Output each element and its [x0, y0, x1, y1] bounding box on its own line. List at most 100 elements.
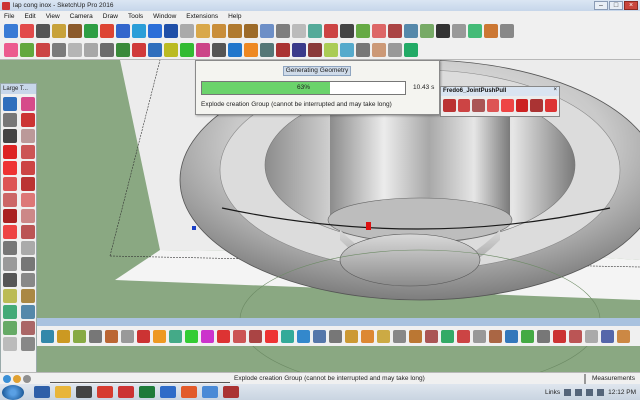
fog-icon[interactable]: [324, 42, 338, 57]
polygon-icon[interactable]: [84, 42, 98, 57]
scale-icon[interactable]: [3, 225, 17, 239]
orbit-icon[interactable]: [3, 289, 17, 303]
circle-icon[interactable]: [68, 42, 82, 57]
solid-union-icon[interactable]: [372, 23, 386, 38]
hidden-line-icon[interactable]: [292, 23, 306, 38]
iso-view-icon[interactable]: [196, 23, 210, 38]
position-camera-icon[interactable]: [21, 337, 35, 351]
links-toolbar[interactable]: Links: [545, 389, 560, 396]
app-task-icon-4[interactable]: [181, 386, 197, 398]
geolocation-icon[interactable]: [356, 42, 370, 57]
line-icon[interactable]: [3, 129, 17, 143]
followme-icon[interactable]: [21, 209, 35, 223]
tool-i-icon[interactable]: [169, 329, 182, 343]
stop-icon[interactable]: [164, 23, 178, 38]
rectangle-icon[interactable]: [3, 145, 17, 159]
app-task-icon-3[interactable]: [160, 386, 176, 398]
thicken-icon[interactable]: [515, 99, 528, 112]
orbit-icon[interactable]: [228, 42, 242, 57]
tool-c-icon[interactable]: [73, 329, 86, 343]
tool-k-icon[interactable]: [201, 329, 214, 343]
follow-pushpull-icon[interactable]: [501, 99, 514, 112]
preferences-icon[interactable]: [388, 42, 402, 57]
front-view-icon[interactable]: [228, 23, 242, 38]
model-info-icon[interactable]: [372, 42, 386, 57]
tool-ah-icon[interactable]: [569, 329, 582, 343]
home-icon[interactable]: [404, 42, 418, 57]
arc-icon[interactable]: [3, 177, 17, 191]
rotated-rectangle-icon[interactable]: [21, 145, 35, 159]
tool-d-icon[interactable]: [89, 329, 102, 343]
dimension-icon[interactable]: [180, 42, 194, 57]
select-tool-icon[interactable]: [4, 23, 18, 38]
warehouse-icon[interactable]: [436, 23, 450, 38]
eraser-icon[interactable]: [21, 97, 35, 111]
offset-icon[interactable]: [21, 225, 35, 239]
pie-icon[interactable]: [21, 177, 35, 191]
vector-pushpull-icon[interactable]: [457, 99, 470, 112]
match-photo-icon[interactable]: [340, 42, 354, 57]
menu-extensions[interactable]: Extensions: [186, 13, 218, 20]
tool-n-icon[interactable]: [249, 329, 262, 343]
tool-g-icon[interactable]: [137, 329, 150, 343]
protractor-icon[interactable]: [3, 257, 17, 271]
normal-pushpull-icon[interactable]: [472, 99, 485, 112]
pause-icon[interactable]: [148, 23, 162, 38]
textured-icon[interactable]: [324, 23, 338, 38]
menu-window[interactable]: Window: [153, 13, 176, 20]
dimension-icon[interactable]: [21, 241, 35, 255]
zoom-icon[interactable]: [260, 42, 274, 57]
tool-h-icon[interactable]: [153, 329, 166, 343]
tool-q-icon[interactable]: [297, 329, 310, 343]
tool-ak-icon[interactable]: [617, 329, 630, 343]
text-icon[interactable]: [132, 42, 146, 57]
menu-view[interactable]: View: [46, 13, 60, 20]
menu-edit[interactable]: Edit: [24, 13, 35, 20]
media-task-icon[interactable]: [76, 386, 92, 398]
app-task-icon-2[interactable]: [139, 386, 155, 398]
3d-text-icon[interactable]: [21, 273, 35, 287]
tool-ac-icon[interactable]: [489, 329, 502, 343]
tool-b-icon[interactable]: [57, 329, 70, 343]
fredo-close-button[interactable]: ×: [553, 87, 557, 93]
tool-af-icon[interactable]: [537, 329, 550, 343]
shadows-icon[interactable]: [308, 42, 322, 57]
tool-aj-icon[interactable]: [601, 329, 614, 343]
geolocation-status-icon[interactable]: [3, 374, 11, 383]
zoom-window-icon[interactable]: [21, 305, 35, 319]
pushpull-icon[interactable]: [21, 193, 35, 207]
volume-icon[interactable]: [597, 388, 605, 396]
extension-icon[interactable]: [452, 23, 466, 38]
tool-ad-icon[interactable]: [505, 329, 518, 343]
outer-shell-icon[interactable]: [404, 23, 418, 38]
freehand-icon[interactable]: [21, 129, 35, 143]
axes-icon[interactable]: [148, 42, 162, 57]
tool-ab-icon[interactable]: [473, 329, 486, 343]
polygon-icon[interactable]: [21, 161, 35, 175]
app-task-icon-1[interactable]: [118, 386, 134, 398]
pan-icon[interactable]: [244, 42, 258, 57]
explorer-task-icon[interactable]: [55, 386, 71, 398]
line-icon[interactable]: [36, 23, 50, 38]
component-icon[interactable]: [21, 113, 35, 127]
text-icon[interactable]: [21, 257, 35, 271]
paint-icon[interactable]: [3, 113, 17, 127]
tape-icon[interactable]: [3, 241, 17, 255]
right-view-icon[interactable]: [244, 23, 258, 38]
tool-p-icon[interactable]: [281, 329, 294, 343]
pushpull-icon[interactable]: [68, 23, 82, 38]
sandbox-icon[interactable]: [420, 23, 434, 38]
tool-a-icon[interactable]: [41, 329, 54, 343]
scale-icon[interactable]: [116, 23, 130, 38]
tool-ag-icon[interactable]: [553, 329, 566, 343]
paint-bucket-icon[interactable]: [4, 42, 18, 57]
tape-measure-icon[interactable]: [180, 23, 194, 38]
offset-icon[interactable]: [100, 42, 114, 57]
wireframe-icon[interactable]: [276, 23, 290, 38]
rotate-icon[interactable]: [100, 23, 114, 38]
network-icon[interactable]: [586, 388, 594, 396]
tool-ai-icon[interactable]: [585, 329, 598, 343]
look-around-icon[interactable]: [21, 321, 35, 335]
move-icon[interactable]: [3, 193, 17, 207]
app-task-icon-6[interactable]: [223, 386, 239, 398]
